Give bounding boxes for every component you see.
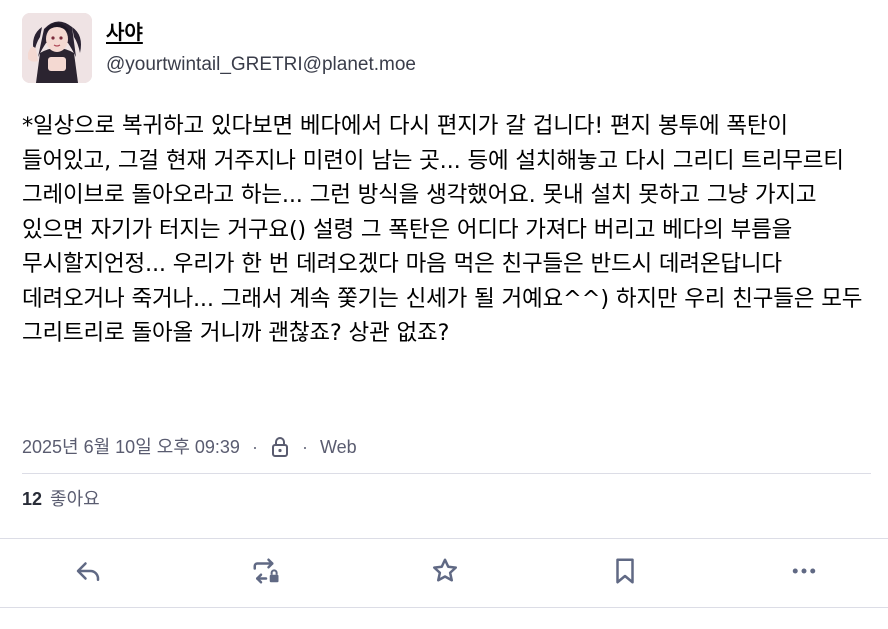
favourites-label: 좋아요 [50,489,100,509]
favourite-button[interactable] [428,556,462,590]
meta-separator: · [251,437,258,457]
account-names: 사야 @yourtwintail_GRETRI@planet.moe [106,13,416,77]
bookmark-button[interactable] [608,556,642,590]
action-bar [0,538,888,608]
lock-icon [270,436,290,458]
more-icon [789,556,819,590]
account-handle: @yourtwintail_GRETRI@planet.moe [106,54,416,75]
boost-locked-icon [251,556,281,590]
meta-separator: · [301,437,308,457]
favourites-count: 12 [22,489,43,509]
status-application: Web [319,437,357,457]
star-icon [430,556,460,590]
avatar[interactable] [22,13,92,83]
status-detail: 사야 @yourtwintail_GRETRI@planet.moe *일상으로… [0,0,888,629]
bookmark-icon [610,556,640,590]
status-meta: 2025년 6월 10일 오후 09:39 · · Web [22,434,357,460]
reply-button[interactable] [71,556,105,590]
reply-icon [73,556,103,590]
divider [22,473,871,474]
status-timestamp[interactable]: 2025년 6월 10일 오후 09:39 [22,434,240,460]
status-stats[interactable]: 12 좋아요 [22,486,100,512]
more-button[interactable] [787,556,821,590]
status-content: *일상으로 복귀하고 있다보면 베다에서 다시 편지가 갈 겁니다! 편지 봉투… [22,113,870,346]
boost-button[interactable] [249,556,283,590]
status-header: 사야 @yourtwintail_GRETRI@planet.moe [22,13,416,83]
display-name[interactable]: 사야 [106,19,416,45]
